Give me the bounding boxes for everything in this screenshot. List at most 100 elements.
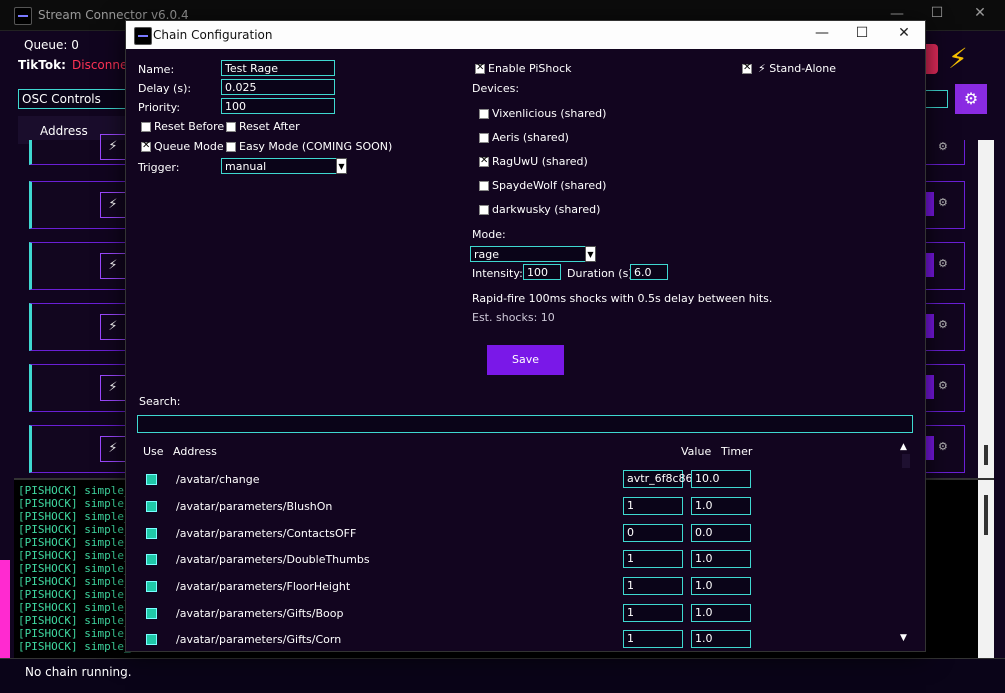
bolt-icon[interactable]: ⚡ — [100, 192, 126, 218]
dialog-close-button[interactable]: ✕ — [884, 25, 924, 41]
row-timer-input[interactable]: 1.0 — [691, 604, 751, 622]
gear-icon[interactable]: ⚙ — [938, 379, 948, 392]
lightning-icon[interactable]: ⚡ — [948, 42, 978, 76]
stand-alone-checkbox[interactable] — [742, 62, 752, 74]
chevron-down-icon[interactable]: ▼ — [585, 246, 596, 262]
devices-label: Devices: — [472, 82, 520, 95]
dialog-minimize-button[interactable]: — — [802, 25, 842, 41]
device-checkbox[interactable] — [479, 205, 489, 215]
bolt-icon[interactable]: ⚡ — [100, 436, 126, 462]
gear-icon[interactable]: ⚙ — [938, 257, 948, 270]
device-label: Aeris (shared) — [492, 131, 569, 144]
bolt-icon[interactable]: ⚡ — [100, 253, 126, 279]
trigger-label: Trigger: — [138, 161, 180, 174]
chain-card-actions[interactable]: ⚙ — [922, 303, 965, 351]
chain-card-actions[interactable]: ⚙ — [922, 140, 965, 165]
easy-mode-label: Easy Mode (COMING SOON) — [239, 140, 393, 153]
enable-pishock-label: Enable PiShock — [488, 62, 572, 75]
row-value-input[interactable]: 1 — [623, 577, 683, 595]
search-label: Search: — [139, 395, 181, 408]
chain-card-actions[interactable]: ⚙ — [922, 364, 965, 412]
device-label: Vixenlicious (shared) — [492, 107, 607, 120]
row-timer-input[interactable]: 10.0 — [691, 470, 751, 488]
row-timer-input[interactable]: 1.0 — [691, 630, 751, 648]
row-value-input[interactable]: 1 — [623, 550, 683, 568]
main-maximize-button[interactable]: ☐ — [917, 5, 957, 21]
use-checkbox[interactable] — [146, 528, 157, 539]
gear-icon[interactable]: ⚙ — [938, 318, 948, 331]
chain-card-actions[interactable]: ⚙ — [922, 181, 965, 229]
chain-card[interactable]: ⚡ — [29, 134, 133, 165]
gear-icon[interactable]: ⚙ — [938, 440, 948, 453]
chain-card[interactable]: ⚡ — [29, 425, 133, 473]
duration-input[interactable]: 6.0 — [630, 264, 668, 280]
log-scroll-thumb[interactable] — [984, 495, 988, 535]
osc-controls-select[interactable]: OSC Controls — [18, 89, 138, 109]
chain-list-scrollbar[interactable] — [978, 140, 994, 480]
gear-icon[interactable]: ⚙ — [938, 196, 948, 209]
device-checkbox[interactable] — [479, 109, 489, 119]
use-checkbox[interactable] — [146, 554, 157, 565]
row-timer-input[interactable]: 1.0 — [691, 550, 751, 568]
row-address: /avatar/parameters/DoubleThumbs — [176, 553, 370, 566]
chain-card-actions[interactable]: ⚙ — [922, 242, 965, 290]
table-row: /avatar/parameters/ContactsOFF 0 0.0 — [126, 523, 886, 542]
chain-card[interactable]: ⚡ — [29, 364, 133, 412]
row-timer-input[interactable]: 1.0 — [691, 497, 751, 515]
trigger-select[interactable]: manual — [221, 158, 337, 174]
row-value-input[interactable]: avtr_6f8c86 — [623, 470, 693, 488]
use-checkbox[interactable] — [146, 634, 157, 645]
bolt-icon[interactable]: ⚡ — [100, 134, 126, 160]
address-header-label: Address — [40, 124, 88, 138]
intensity-input[interactable]: 100 — [523, 264, 561, 280]
settings-gear-button[interactable]: ⚙ — [955, 84, 987, 114]
use-checkbox[interactable] — [146, 581, 157, 592]
row-address: /avatar/parameters/Gifts/Corn — [176, 633, 342, 646]
save-button[interactable]: Save — [487, 345, 564, 375]
log-line: [PISHOCK] simple_ — [18, 627, 131, 640]
search-input[interactable] — [137, 415, 913, 433]
dialog-maximize-button[interactable]: ☐ — [842, 25, 882, 41]
reset-after-checkbox[interactable] — [226, 122, 236, 132]
row-value-input[interactable]: 1 — [623, 630, 683, 648]
intensity-label: Intensity: — [472, 267, 523, 280]
scroll-up-icon[interactable]: ▲ — [900, 442, 907, 452]
priority-input[interactable]: 100 — [221, 98, 335, 114]
bolt-icon[interactable]: ⚡ — [100, 314, 126, 340]
device-checkbox[interactable] — [479, 155, 489, 167]
chain-card[interactable]: ⚡ — [29, 181, 133, 229]
use-checkbox[interactable] — [146, 474, 157, 485]
chain-status-text: No chain running. — [25, 665, 132, 679]
scroll-down-icon[interactable]: ▼ — [900, 633, 907, 643]
mode-select[interactable]: rage — [470, 246, 586, 262]
delay-input[interactable]: 0.025 — [221, 79, 335, 95]
row-value-input[interactable]: 1 — [623, 497, 683, 515]
main-close-button[interactable]: ✕ — [960, 5, 1000, 21]
enable-pishock-checkbox[interactable] — [475, 62, 485, 74]
chevron-down-icon[interactable]: ▼ — [336, 158, 347, 174]
device-checkbox[interactable] — [479, 133, 489, 143]
gear-icon[interactable]: ⚙ — [938, 140, 948, 153]
queue-mode-checkbox[interactable] — [141, 140, 151, 152]
row-address: /avatar/change — [176, 473, 260, 486]
device-checkbox[interactable] — [479, 181, 489, 191]
device-label: darkwusky (shared) — [492, 203, 601, 216]
use-checkbox[interactable] — [146, 501, 157, 512]
reset-before-checkbox[interactable] — [141, 122, 151, 132]
row-timer-input[interactable]: 1.0 — [691, 577, 751, 595]
row-value-input[interactable]: 0 — [623, 524, 683, 542]
bolt-icon[interactable]: ⚡ — [100, 375, 126, 401]
name-input[interactable]: Test Rage — [221, 60, 335, 76]
use-checkbox[interactable] — [146, 608, 157, 619]
chain-card-actions[interactable]: ⚙ — [922, 425, 965, 473]
device-label: RagUwU (shared) — [492, 155, 588, 168]
easy-mode-checkbox[interactable] — [226, 142, 236, 152]
chain-list-scroll-thumb[interactable] — [984, 445, 988, 465]
chain-card[interactable]: ⚡ — [29, 242, 133, 290]
log-line: [PISHOCK] simple_ — [18, 523, 131, 536]
row-value-input[interactable]: 1 — [623, 604, 683, 622]
chain-configuration-dialog: Chain Configuration — ☐ ✕ Name: Test Rag… — [125, 20, 926, 652]
row-timer-input[interactable]: 0.0 — [691, 524, 751, 542]
table-scrollbar[interactable] — [902, 454, 910, 468]
chain-card[interactable]: ⚡ — [29, 303, 133, 351]
